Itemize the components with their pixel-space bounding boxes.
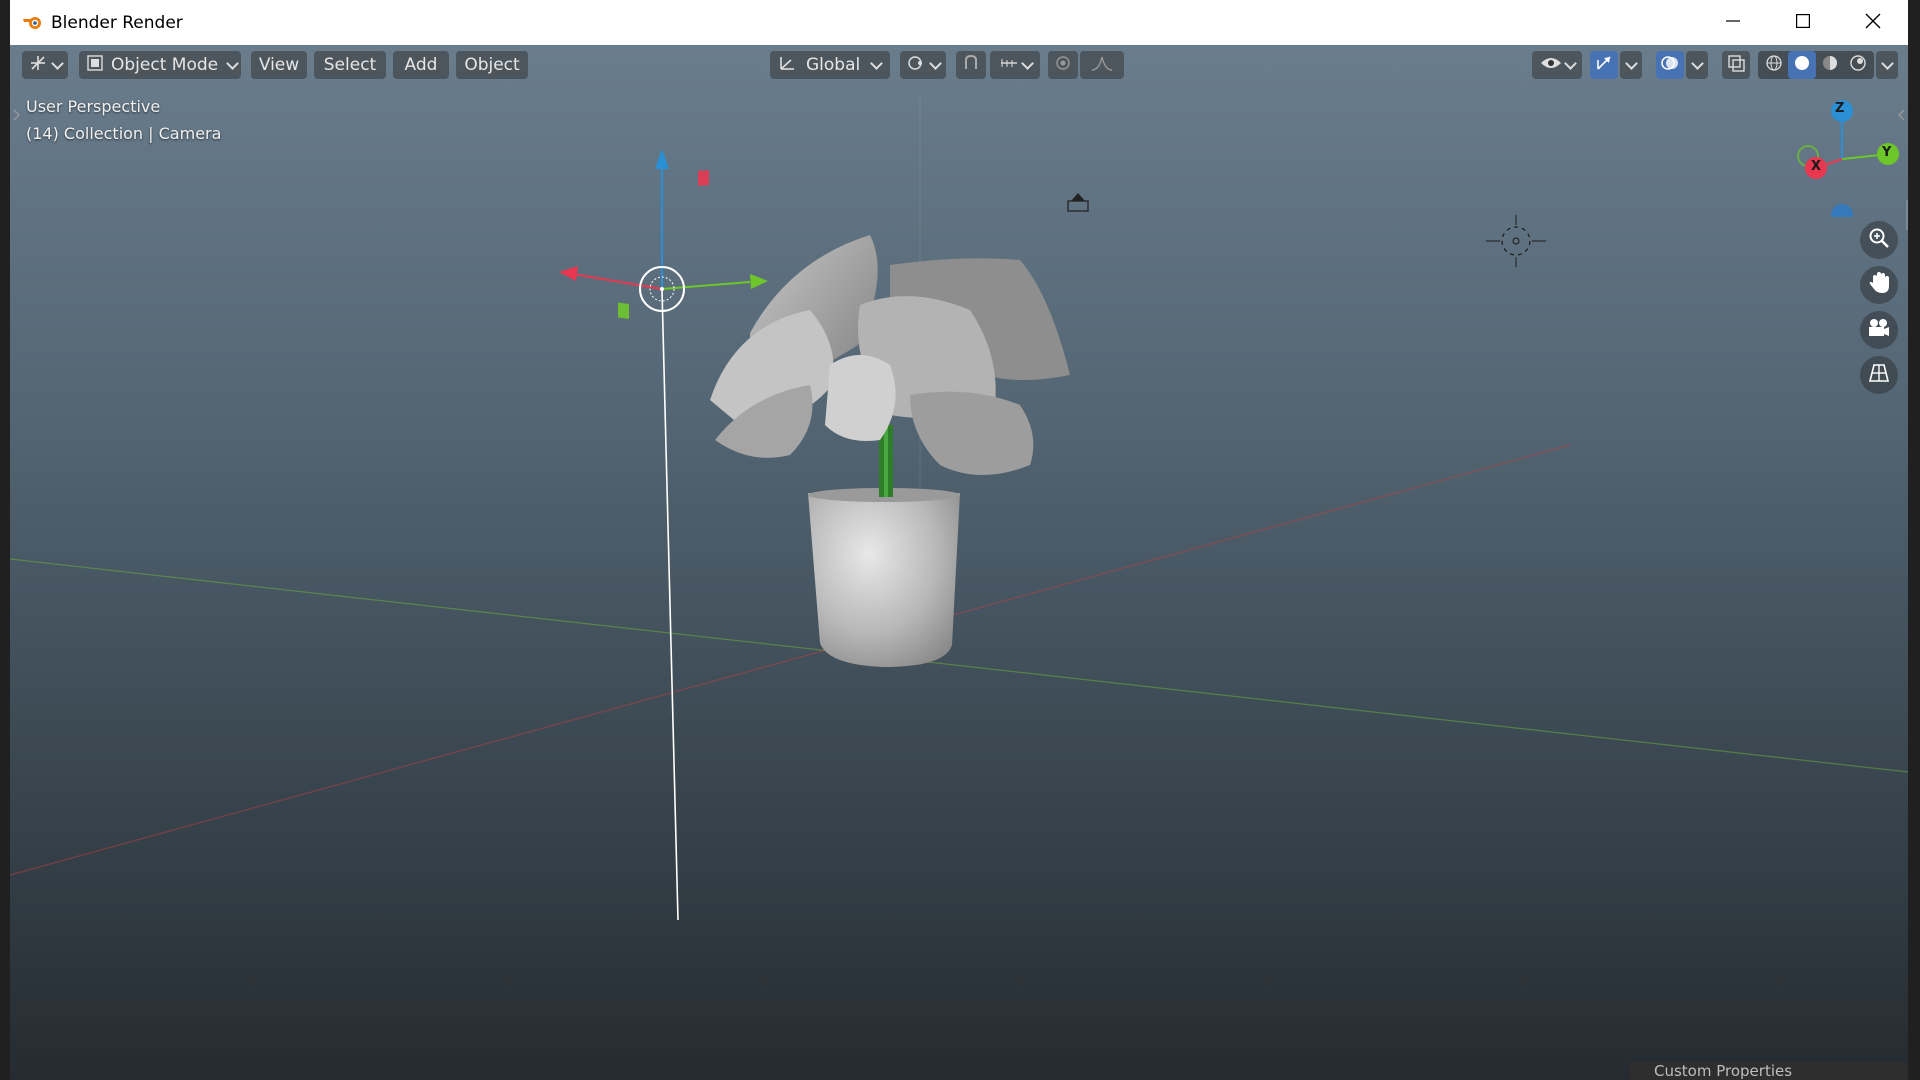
viewport-header: Object Mode View Select Add Object Globa… — [10, 45, 1908, 85]
menu-object[interactable]: Object — [456, 51, 528, 79]
scene-canvas — [10, 95, 1908, 921]
mode-dropdown[interactable]: Object Mode — [79, 51, 241, 79]
transform-gizmo — [559, 149, 768, 319]
chevron-down-icon — [1624, 56, 1638, 70]
zoom-icon — [1868, 227, 1890, 253]
toolbar-region-toggle[interactable] — [12, 107, 22, 121]
editor-type-icon — [29, 54, 47, 77]
camera-line — [661, 289, 679, 921]
scrollbar[interactable] — [1906, 200, 1908, 230]
custom-properties-label: Custom Properties — [1654, 1062, 1793, 1080]
ortho-toggle-button[interactable] — [1860, 356, 1898, 394]
wireframe-shading-icon — [1765, 54, 1783, 76]
chevron-down-icon — [50, 56, 64, 70]
maximize-icon — [1796, 13, 1811, 32]
orientation-icon — [778, 54, 796, 77]
menu-select[interactable]: Select — [314, 51, 386, 79]
chevron-down-icon — [1020, 56, 1034, 70]
pivot-dropdown[interactable] — [900, 51, 946, 79]
snap-toggle[interactable] — [956, 51, 986, 79]
gizmo-x-label: X — [1811, 159, 1822, 174]
close-button[interactable] — [1838, 0, 1908, 45]
orientation-label: Global — [806, 55, 861, 75]
ortho-grid-icon — [1868, 362, 1890, 388]
gizmo-icon — [1595, 54, 1613, 77]
chevron-down-icon — [870, 56, 884, 70]
x-axis-line — [10, 444, 1571, 876]
xray-toggle[interactable] — [1722, 51, 1750, 79]
menu-add[interactable]: Add — [393, 51, 449, 79]
gizmo-z-label: Z — [1835, 101, 1845, 116]
solid-shading-button[interactable] — [1788, 51, 1816, 79]
object-mode-icon — [87, 54, 103, 76]
title-bar: Blender Render — [10, 0, 1908, 45]
pan-hand-icon — [1868, 271, 1890, 299]
maximize-button[interactable] — [1768, 0, 1838, 45]
chevron-down-icon — [1690, 56, 1704, 70]
editor-type-button[interactable] — [22, 51, 68, 79]
gizmo-dropdown[interactable] — [1620, 51, 1642, 79]
camera-view-icon — [1867, 317, 1891, 343]
pivot-icon — [907, 54, 927, 77]
3d-viewport[interactable]: Object Mode View Select Add Object Globa… — [10, 45, 1908, 1080]
zoom-button[interactable] — [1860, 221, 1898, 259]
collection-label: (14) Collection | Camera — [26, 124, 222, 143]
overlay-dropdown[interactable] — [1686, 51, 1708, 79]
solid-shading-icon — [1793, 54, 1811, 76]
close-icon — [1865, 13, 1881, 33]
chevron-down-icon — [928, 56, 942, 70]
proportional-icon — [1055, 55, 1071, 76]
material-shading-button[interactable] — [1816, 51, 1844, 79]
menu-view[interactable]: View — [251, 51, 307, 79]
chevron-down-icon — [1563, 56, 1577, 70]
falloff-icon — [1091, 55, 1113, 76]
minimize-button[interactable] — [1698, 0, 1768, 45]
pan-button[interactable] — [1860, 266, 1898, 304]
snap-increment-dropdown[interactable] — [990, 51, 1040, 79]
wireframe-shading-button[interactable] — [1760, 51, 1788, 79]
rendered-shading-button[interactable] — [1844, 51, 1872, 79]
perspective-label: User Perspective — [26, 97, 161, 116]
light-icon — [1486, 215, 1546, 267]
shading-dropdown[interactable] — [1876, 51, 1898, 79]
plant-model — [710, 235, 1070, 667]
proportional-toggle[interactable] — [1048, 51, 1078, 79]
neg-z-handle — [1831, 204, 1853, 217]
chevron-down-icon — [1880, 56, 1894, 70]
orientation-dropdown[interactable]: Global — [770, 51, 890, 79]
gizmo-y-label: Y — [1882, 145, 1892, 160]
snap-increment-icon — [999, 55, 1019, 76]
mode-label: Object Mode — [111, 55, 219, 75]
camera-view-button[interactable] — [1860, 311, 1898, 349]
blender-window: Blender Render Object Mode View Select A… — [10, 0, 1908, 1080]
overlay-toggle[interactable] — [1656, 51, 1684, 79]
properties-panel-strip: Custom Properties — [1630, 1062, 1908, 1080]
material-shading-icon — [1821, 54, 1839, 76]
rendered-shading-icon — [1849, 54, 1867, 76]
sidebar-region-toggle[interactable] — [1896, 107, 1906, 121]
visibility-dropdown[interactable] — [1532, 51, 1582, 79]
camera-object-icon — [1067, 193, 1089, 212]
window-title: Blender Render — [51, 13, 183, 33]
visibility-icon — [1540, 55, 1562, 76]
y-axis-line — [10, 558, 1908, 773]
snap-icon — [962, 54, 980, 77]
chevron-down-icon — [226, 56, 239, 70]
xray-icon — [1727, 54, 1745, 77]
gizmo-toggle[interactable] — [1590, 51, 1618, 79]
minimize-icon — [1726, 13, 1740, 32]
blender-logo-icon — [22, 13, 44, 35]
overlay-icon — [1661, 54, 1679, 77]
falloff-dropdown[interactable] — [1080, 51, 1124, 79]
